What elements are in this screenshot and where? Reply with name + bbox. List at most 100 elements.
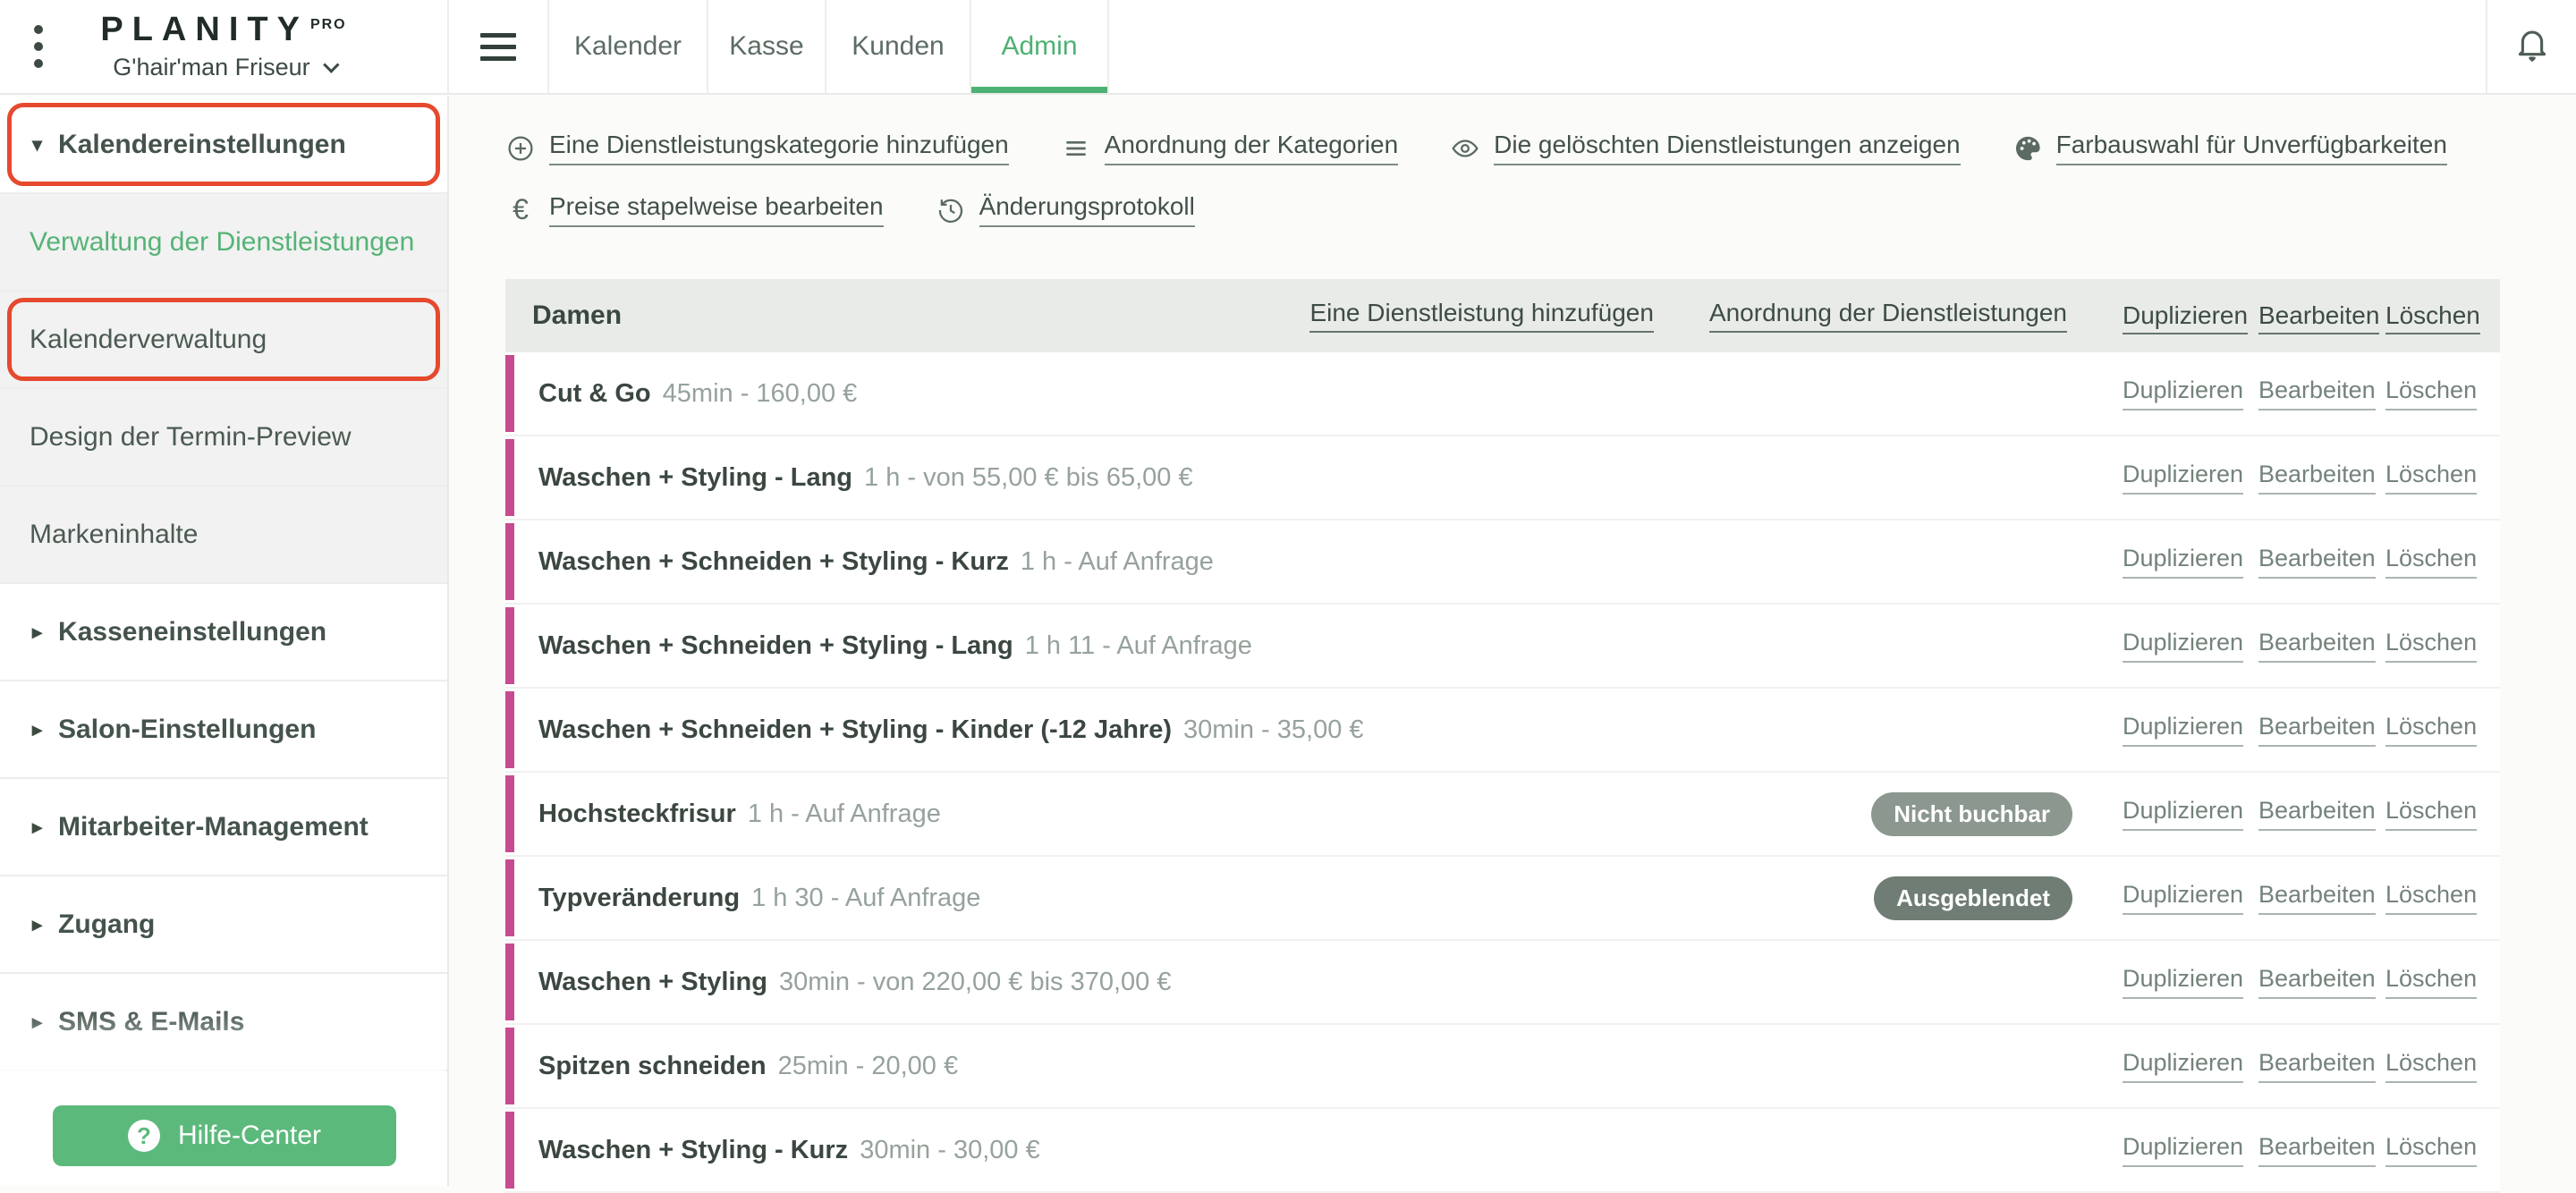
hamburger-menu-button[interactable] [449,0,549,93]
edit-row-link[interactable]: Bearbeiten [2258,1133,2376,1167]
tab-kunden[interactable]: Kunden [826,0,971,93]
tab-kalender[interactable]: Kalender [549,0,708,93]
order-services-link[interactable]: Anordnung der Dienstleistungen [1708,299,2067,333]
sidebar-item-design-der-termin-preview[interactable]: Design der Termin-Preview [0,389,447,487]
anordnung-der-kategorien-link[interactable]: Anordnung der Kategorien [1061,131,1399,165]
caret-right-icon: ▸ [32,717,43,740]
delete-row-link[interactable]: Löschen [2385,461,2478,495]
delete-cell: Löschen [2385,629,2489,663]
delete-row-link[interactable]: Löschen [2385,545,2478,579]
sidebar-item-kasseneinstellungen[interactable]: ▸ Kasseneinstellungen [0,584,447,681]
duplicate-column-link[interactable]: Duplizieren [2123,301,2249,334]
row-actions: Duplizieren Bearbeiten Löschen [2123,629,2489,663]
duplicate-row-link[interactable]: Duplizieren [2123,377,2244,410]
sidebar: ▾ Kalendereinstellungen Verwaltung der Die… [0,97,449,1186]
edit-row-link[interactable]: Bearbeiten [2258,881,2376,915]
sidebar-item-mitarbeiter-management[interactable]: ▸ Mitarbeiter-Management [0,779,447,876]
help-center-label: Hilfe-Center [177,1121,322,1150]
sidebar-item-kalendereinstellungen[interactable]: ▾ Kalendereinstellungen [0,97,447,194]
edit-row-link[interactable]: Bearbeiten [2258,545,2376,579]
preise-stapelweise-bearbeiten-link[interactable]: € Preise stapelweise bearbeiten [505,192,884,227]
duplicate-row-link[interactable]: Duplizieren [2123,713,2244,747]
service-duration-price: 1 h - Auf Anfrage [1020,546,1214,576]
die-gelöschten-dienstleistungen-anzeigen-link[interactable]: Die gelöschten Dienstleistungen anzeigen [1450,131,1961,165]
salon-switcher[interactable]: G'hair'man Friseur [100,54,346,81]
edit-row-link[interactable]: Bearbeiten [2258,1049,2376,1083]
sidebar-item-verwaltung-der-dienstleistungen[interactable]: Verwaltung der Dienstleistungen [0,194,447,292]
kebab-menu-icon[interactable] [34,25,43,68]
toolbar-row-2: € Preise stapelweise bearbeiten Änderungsp… [505,192,2576,227]
list-icon [1061,133,1091,164]
row-actions: Duplizieren Bearbeiten Löschen [2123,545,2489,579]
duplicate-row-link[interactable]: Duplizieren [2123,545,2244,579]
row-actions: Duplizieren Bearbeiten Löschen [2123,377,2489,410]
sidebar-item-label: Kasseneinstellungen [58,616,327,647]
delete-row-link[interactable]: Löschen [2385,965,2478,999]
duplicate-row-link[interactable]: Duplizieren [2123,797,2244,831]
duplicate-row-link[interactable]: Duplizieren [2123,1049,2244,1083]
duplicate-cell: Duplizieren [2123,881,2258,915]
service-name: Waschen + Styling - Lang [538,462,853,492]
sidebar-item-label: Salon-Einstellungen [58,714,317,744]
edit-row-link[interactable]: Bearbeiten [2258,461,2376,495]
category-color-bar [505,691,514,768]
duplicate-row-link[interactable]: Duplizieren [2123,965,2244,999]
delete-column-link[interactable]: Löschen [2385,301,2480,334]
edit-cell: Bearbeiten [2258,797,2385,831]
category-color-bar [505,775,514,852]
edit-row-link[interactable]: Bearbeiten [2258,629,2376,663]
sidebar-item-markeninhalte[interactable]: Markeninhalte [0,487,447,584]
tab-label: Admin [1001,31,1078,61]
sidebar-item-label: Mitarbeiter-Management [58,811,369,842]
duplicate-row-link[interactable]: Duplizieren [2123,461,2244,495]
duplicate-row-link[interactable]: Duplizieren [2123,629,2244,663]
brand-name: PLANITY PRO [100,11,347,49]
delete-row-link[interactable]: Löschen [2385,1049,2478,1083]
sidebar-item-kalenderverwaltung[interactable]: Kalenderverwaltung [0,292,447,389]
chevron-down-icon [322,56,340,74]
eine-dienstleistungskategorie-hinzufügen-link[interactable]: Eine Dienstleistungskategorie hinzufügen [505,131,1009,165]
row-actions: Nicht buchbar Duplizieren Bearbeiten Lösche… [1871,791,2489,836]
edit-column-link[interactable]: Bearbeiten [2258,301,2380,334]
duplicate-row-link[interactable]: Duplizieren [2123,1133,2244,1167]
table-row: Typveränderung 1 h 30 - Auf Anfrage Ausgeb… [505,857,2500,941]
service-duration-price: 1 h - Auf Anfrage [747,799,941,828]
service-name: Spitzen schneiden [538,1051,767,1080]
edit-row-link[interactable]: Bearbeiten [2258,713,2376,747]
edit-cell: Bearbeiten [2258,1133,2385,1167]
notifications-button[interactable] [2486,0,2576,93]
delete-row-link[interactable]: Löschen [2385,797,2478,831]
sidebar-item-zugang[interactable]: ▸ Zugang [0,876,447,974]
edit-row-link[interactable]: Bearbeiten [2258,797,2376,831]
add-service-link[interactable]: Eine Dienstleistung hinzufügen [1309,299,1654,333]
farbauswahl-für-unverfügbarkeiten-link[interactable]: Farbauswahl für Unverfügbarkeiten [2012,131,2447,165]
brand-pro-tag: PRO [309,16,347,32]
edit-row-link[interactable]: Bearbeiten [2258,377,2376,410]
service-name: Typveränderung [538,883,741,912]
edit-row-link[interactable]: Bearbeiten [2258,965,2376,999]
tab-kasse[interactable]: Kasse [708,0,826,93]
tab-admin[interactable]: Admin [971,0,1109,93]
delete-row-link[interactable]: Löschen [2385,377,2478,410]
service-duration-price: 30min - 35,00 € [1183,715,1364,744]
sidebar-nav: ▾ Kalendereinstellungen Verwaltung der Die… [0,97,447,1071]
edit-cell: Bearbeiten [2258,1049,2385,1083]
änderungsprotokoll-link[interactable]: Änderungsprotokoll [936,192,1195,227]
delete-row-link[interactable]: Löschen [2385,881,2478,915]
sidebar-item-salon-einstellungen[interactable]: ▸ Salon-Einstellungen [0,681,447,779]
delete-cell: Löschen [2385,1049,2489,1083]
table-row: Cut & Go 45min - 160,00 € Duplizieren Bearb… [505,352,2500,436]
duplicate-cell: Duplizieren [2123,545,2258,579]
help-center-button[interactable]: ? Hilfe-Center [53,1105,396,1166]
duplicate-row-link[interactable]: Duplizieren [2123,881,2244,915]
delete-row-link[interactable]: Löschen [2385,1133,2478,1167]
table-row: Waschen + Schneiden + Styling - Kinder (… [505,689,2500,773]
edit-cell: Bearbeiten [2258,881,2385,915]
toolbar-row-1: Eine Dienstleistungskategorie hinzufügen… [505,131,2576,165]
row-actions: Duplizieren Bearbeiten Löschen [2123,1133,2489,1167]
table-header-links: Eine Dienstleistung hinzufügen Anordnung… [1309,299,2489,334]
delete-row-link[interactable]: Löschen [2385,629,2478,663]
service-name: Waschen + Schneiden + Styling - Lang [538,630,1013,660]
delete-row-link[interactable]: Löschen [2385,713,2478,747]
category-color-bar [505,943,514,1020]
